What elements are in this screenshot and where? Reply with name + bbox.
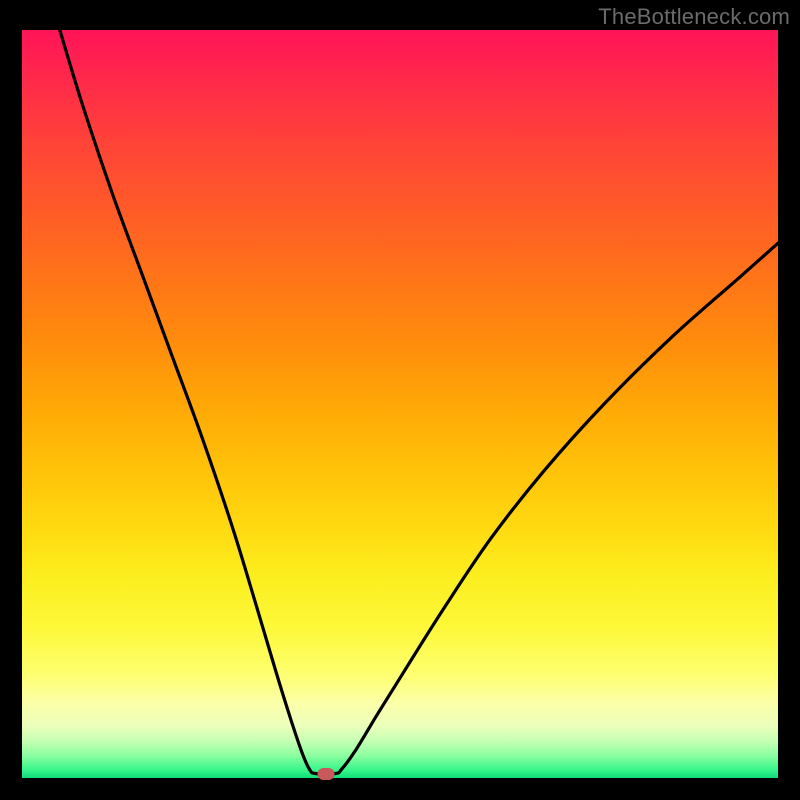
bottleneck-curve xyxy=(22,30,778,778)
optimal-point-marker xyxy=(317,768,334,780)
watermark-text: TheBottleneck.com xyxy=(598,4,790,30)
chart-frame: TheBottleneck.com xyxy=(0,0,800,800)
curve-path xyxy=(60,30,778,774)
plot-area xyxy=(22,30,778,778)
